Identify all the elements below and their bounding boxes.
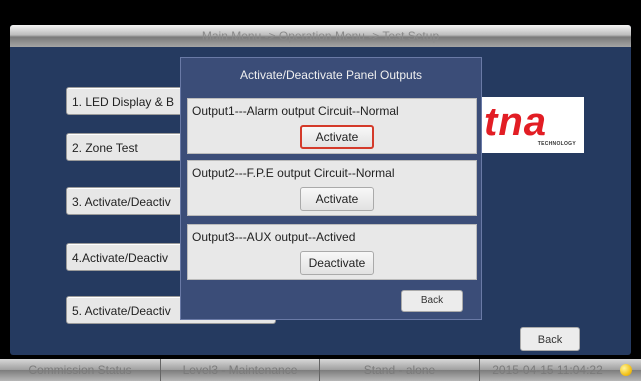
logo-subtext: TECHNOLOGY: [537, 141, 576, 147]
brand-logo: tna TECHNOLOGY: [480, 97, 584, 153]
output-label-3: Output3---AUX output--Actived: [192, 230, 356, 244]
output2-activate-button[interactable]: Activate: [300, 187, 374, 211]
dialog-title: Activate/Deactivate Panel Outputs: [239, 68, 423, 82]
status-network: Stand - alone: [320, 359, 480, 381]
status-datetime: 2015-04-15 11:04:22: [492, 363, 603, 377]
status-mode: Commission Status: [0, 359, 161, 381]
breadcrumb: Main Menu -> Operation Menu -> Test Setu…: [10, 25, 631, 47]
logo-wordmark: tna: [484, 100, 547, 144]
status-bar: Commission Status Level3 - Maintenance S…: [0, 359, 641, 381]
output-label-1: Output1---Alarm output Circuit--Normal: [192, 104, 399, 118]
output1-activate-button[interactable]: Activate: [300, 125, 374, 149]
status-indicator-icon: [620, 364, 632, 376]
output-label-2: Output2---F.P.E output Circuit--Normal: [192, 166, 395, 180]
output-row-2: Output2---F.P.E output Circuit--Normal A…: [187, 160, 477, 216]
panel-outputs-dialog: Activate/Deactivate Panel Outputs Output…: [180, 57, 482, 320]
output-row-1: Output1---Alarm output Circuit--Normal A…: [187, 98, 477, 154]
output3-deactivate-button[interactable]: Deactivate: [300, 251, 374, 275]
screen: Main Menu -> Operation Menu -> Test Setu…: [0, 0, 641, 381]
output-row-3: Output3---AUX output--Actived Deactivate: [187, 224, 477, 280]
status-level: Level3 - Maintenance: [161, 359, 320, 381]
back-button[interactable]: Back: [520, 327, 580, 351]
dialog-back-button[interactable]: Back: [401, 290, 463, 312]
